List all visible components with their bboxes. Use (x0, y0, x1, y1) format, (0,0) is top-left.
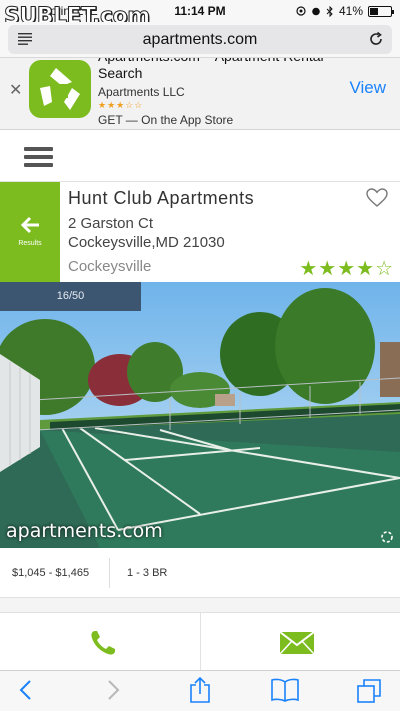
photo-watermark: apartments.com (6, 520, 163, 542)
battery-icon (368, 5, 394, 17)
screen: Sprint LTE 11:14 PM 41% SUBLET.com apart… (0, 0, 400, 711)
browser-toolbar (0, 670, 400, 711)
photo-counter: 16/50 (0, 282, 141, 311)
banner-rating-stars: ★★★☆☆ (98, 100, 144, 110)
battery-percent: 41% (338, 4, 363, 18)
bluetooth-icon (326, 5, 333, 17)
tabs-icon[interactable] (356, 678, 382, 704)
url-text: apartments.com (142, 31, 258, 48)
property-photo[interactable]: apartments.com (0, 282, 400, 548)
site-header (0, 130, 400, 182)
listing-header: Results Hunt Club Apartments 2 Garston C… (0, 182, 400, 282)
rating-stars: ★★★★☆ (299, 256, 394, 281)
banner-view-button[interactable]: View (349, 78, 386, 98)
recycle-logo-icon (40, 68, 80, 110)
neighborhood-link[interactable]: Cockeysville (68, 258, 151, 275)
smart-app-banner: ✕ Apartments.com – Apartment Rental Sear… (0, 58, 400, 130)
status-right: 41% (296, 4, 394, 18)
bedroom-range: 1 - 3 BR (127, 567, 168, 579)
url-field[interactable]: apartments.com (8, 25, 392, 54)
star-filled-icon: ★ (318, 258, 338, 280)
reload-icon[interactable] (368, 31, 384, 47)
email-envelope-icon[interactable] (279, 631, 315, 655)
star-filled-icon: ★ (356, 258, 376, 280)
star-empty-icon: ☆ (375, 258, 394, 280)
address-line-1: 2 Garston Ct (68, 215, 154, 232)
alarm-icon (312, 7, 320, 16)
menu-icon[interactable] (24, 147, 53, 167)
banner-cta-line: GET — On the App Store (98, 113, 234, 127)
back-label: Results (18, 240, 42, 247)
address-line-2: Cockeysville,MD 21030 (68, 234, 225, 251)
tennis-court-photo (0, 282, 400, 548)
favorite-heart-icon[interactable] (366, 188, 388, 208)
contact-divider (200, 613, 201, 671)
star-filled-icon: ★ (337, 258, 357, 280)
price-summary: $1,045 - $1,465 1 - 3 BR (0, 548, 400, 598)
location-icon (296, 6, 306, 16)
price-divider (109, 558, 110, 588)
gallery-expand-icon[interactable] (380, 530, 394, 544)
section-spacer (0, 598, 400, 612)
share-icon[interactable] (188, 676, 212, 704)
browser-address-bar: apartments.com (0, 22, 400, 58)
back-arrow-icon (20, 216, 39, 234)
star-filled-icon: ★ (299, 258, 319, 280)
call-phone-icon[interactable] (88, 628, 118, 658)
banner-close-button[interactable]: ✕ (9, 80, 22, 100)
price-range: $1,045 - $1,465 (12, 567, 90, 579)
forward-icon[interactable] (107, 679, 121, 701)
banner-developer: Apartments LLC (98, 85, 185, 99)
status-bar: Sprint LTE 11:14 PM 41% SUBLET.com (0, 0, 400, 30)
back-to-results-button[interactable]: Results (0, 182, 60, 282)
contact-bar (0, 612, 400, 671)
bookmarks-icon[interactable] (270, 678, 300, 702)
app-icon (29, 60, 91, 118)
property-name: Hunt Club Apartments (68, 188, 255, 208)
back-icon[interactable] (18, 679, 32, 701)
banner-app-title: Apartments.com – Apartment Rental Search (98, 58, 324, 81)
